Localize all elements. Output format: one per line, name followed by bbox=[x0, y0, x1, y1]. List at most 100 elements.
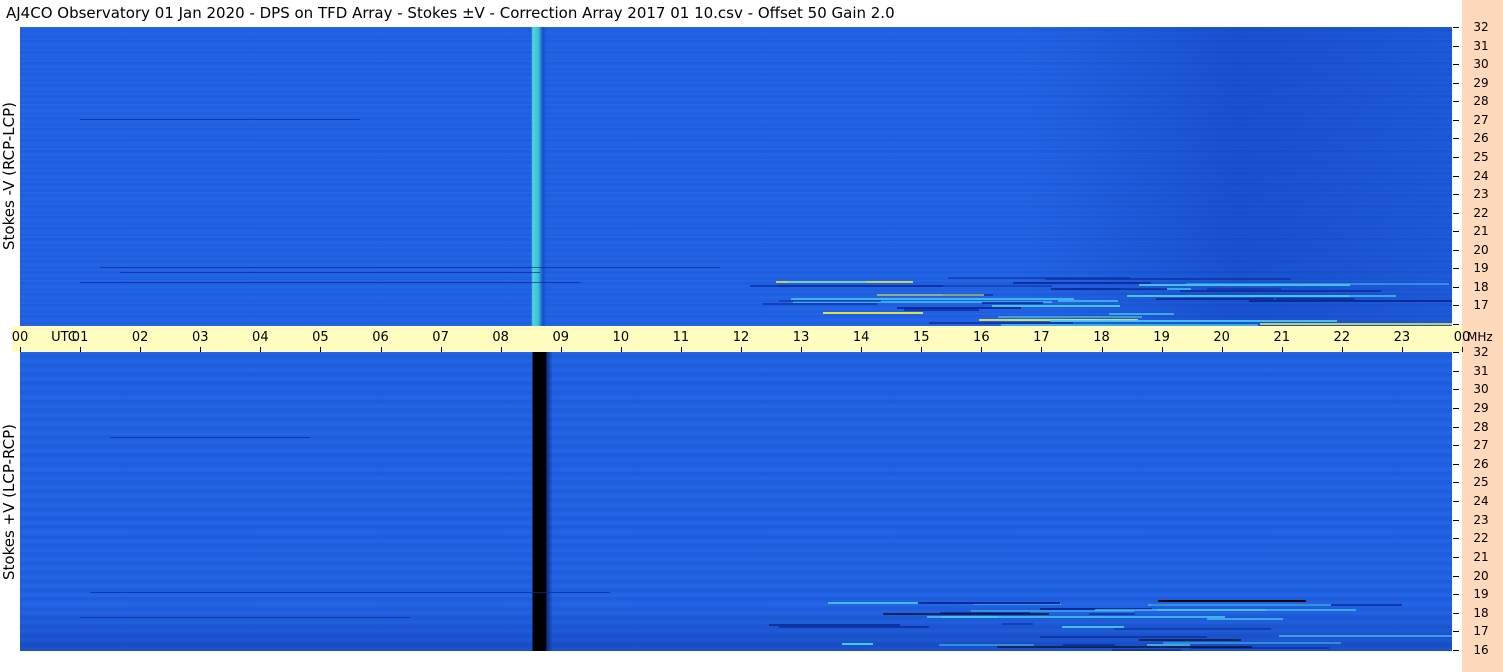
freq-tick-mark bbox=[1453, 231, 1459, 233]
time-tick-mark bbox=[1341, 347, 1343, 352]
freq-tick-label: 29 bbox=[1473, 75, 1489, 90]
time-axis: 00 01 02 03 04 05 06 07 08 09 10 11 12 13 14 15 16 17 18 19… bbox=[11, 326, 1470, 352]
time-tick-label: 19 bbox=[1153, 330, 1170, 345]
freq-tick-label: 25 bbox=[1473, 149, 1489, 164]
freq-tick-mark bbox=[1453, 324, 1459, 325]
freq-tick-label: 28 bbox=[1473, 419, 1489, 434]
freq-tick-mark bbox=[1453, 249, 1459, 251]
time-tick-mark bbox=[1221, 347, 1223, 352]
freq-tick-label: 18 bbox=[1473, 605, 1489, 620]
freq-tick-mark bbox=[1453, 156, 1459, 158]
time-tick-label: 13 bbox=[792, 330, 810, 345]
freq-tick-mark bbox=[1453, 389, 1459, 391]
freq-tick-label: 26 bbox=[1473, 131, 1489, 146]
time-tick-label: 12 bbox=[732, 330, 750, 345]
time-tick-label: 11 bbox=[672, 330, 690, 345]
freq-tick-mark bbox=[1453, 138, 1459, 140]
time-tick-label: 18 bbox=[1093, 330, 1110, 345]
freq-tick-mark bbox=[1453, 538, 1459, 540]
time-tick-label: 04 bbox=[252, 330, 269, 345]
freq-tick-mark bbox=[1453, 407, 1459, 409]
time-tick-label: 22 bbox=[1333, 330, 1351, 345]
freq-tick-label: 23 bbox=[1473, 512, 1489, 527]
time-tick-mark bbox=[140, 347, 142, 352]
time-tick-mark bbox=[500, 347, 502, 352]
freq-tick-mark bbox=[1453, 27, 1459, 28]
freq-tick-mark bbox=[1453, 482, 1459, 484]
time-tick-label: 09 bbox=[552, 330, 570, 345]
time-tick-label: 17 bbox=[1033, 330, 1050, 345]
freq-tick-mark bbox=[1453, 212, 1459, 214]
time-tick-mark bbox=[1041, 347, 1043, 352]
freq-tick-label: 29 bbox=[1473, 400, 1489, 415]
time-tick-mark bbox=[1462, 347, 1463, 352]
freq-tick-mark bbox=[1453, 445, 1459, 447]
frequency-unit-label: MHz bbox=[1467, 330, 1493, 344]
freq-tick-label: 20 bbox=[1473, 242, 1489, 257]
upper-panel-label: Stokes -V (RCP-LCP) bbox=[0, 102, 18, 250]
spectrogram-stokes-plus-v bbox=[20, 352, 1452, 651]
freq-tick-label: 27 bbox=[1473, 438, 1489, 453]
time-tick-label: 06 bbox=[372, 330, 389, 345]
time-tick-mark bbox=[1101, 347, 1103, 352]
freq-tick-label: 30 bbox=[1473, 382, 1489, 397]
freq-tick-label: 32 bbox=[1473, 20, 1489, 34]
time-tick-label: 16 bbox=[973, 330, 990, 345]
freq-tick-mark bbox=[1453, 519, 1459, 521]
time-tick-label: 23 bbox=[1393, 330, 1411, 345]
time-tick-mark bbox=[680, 347, 682, 352]
time-tick-label: 03 bbox=[191, 330, 209, 345]
freq-tick-label: 21 bbox=[1473, 224, 1489, 239]
freq-tick-label: 32 bbox=[1473, 345, 1489, 359]
time-tick-label: 10 bbox=[612, 330, 630, 345]
freq-tick-mark bbox=[1453, 612, 1459, 614]
freq-tick-label: 19 bbox=[1473, 261, 1489, 276]
freq-tick-label: 25 bbox=[1473, 475, 1489, 490]
time-tick-mark bbox=[380, 347, 382, 352]
freq-tick-label: 26 bbox=[1473, 456, 1489, 471]
freq-tick-mark bbox=[1453, 631, 1459, 633]
time-tick-label: 05 bbox=[312, 330, 329, 345]
chart-title: AJ4CO Observatory 01 Jan 2020 - DPS on T… bbox=[0, 0, 1462, 26]
freq-tick-mark bbox=[1453, 352, 1459, 353]
time-tick-mark bbox=[200, 347, 202, 352]
time-tick-mark bbox=[440, 347, 442, 352]
time-tick-label: 14 bbox=[852, 330, 870, 345]
time-tick-label: 02 bbox=[131, 330, 149, 345]
freq-tick-label: 31 bbox=[1473, 363, 1489, 378]
freq-tick-label: 22 bbox=[1473, 205, 1489, 220]
freq-tick-mark bbox=[1453, 82, 1459, 84]
time-tick-mark bbox=[801, 347, 803, 352]
time-tick-label: 08 bbox=[492, 330, 509, 345]
freq-tick-label: 21 bbox=[1473, 549, 1489, 564]
freq-tick-mark bbox=[1453, 305, 1459, 307]
time-tick-mark bbox=[560, 347, 562, 352]
freq-tick-label: 19 bbox=[1473, 587, 1489, 602]
freq-tick-label: 17 bbox=[1473, 298, 1489, 313]
freq-tick-label: 27 bbox=[1473, 112, 1489, 127]
time-unit-label: UTC bbox=[51, 330, 77, 345]
freq-tick-mark bbox=[1453, 268, 1459, 270]
time-tick-mark bbox=[620, 347, 622, 352]
freq-tick-label: 17 bbox=[1473, 624, 1489, 639]
time-tick-label: 00 bbox=[11, 330, 29, 345]
time-tick-mark bbox=[921, 347, 923, 352]
freq-tick-mark bbox=[1453, 175, 1459, 177]
freq-tick-mark bbox=[1453, 575, 1459, 577]
freq-tick-mark bbox=[1453, 101, 1459, 103]
freq-tick-label: 18 bbox=[1473, 279, 1489, 294]
spectrogram-stokes-minus-v bbox=[20, 27, 1452, 326]
freq-tick-mark bbox=[1453, 594, 1459, 596]
time-tick-mark bbox=[1401, 347, 1403, 352]
time-tick-mark bbox=[1281, 347, 1283, 352]
freq-tick-label: 31 bbox=[1473, 38, 1489, 53]
freq-tick-mark bbox=[1453, 463, 1459, 465]
time-tick-label: 07 bbox=[432, 330, 449, 345]
time-tick-label: 15 bbox=[912, 330, 930, 345]
freq-tick-mark bbox=[1453, 556, 1459, 558]
freq-tick-mark bbox=[1453, 64, 1459, 66]
freq-tick-label: 16 bbox=[1473, 643, 1489, 657]
freq-tick-mark bbox=[1453, 426, 1459, 428]
freq-tick-label: 24 bbox=[1473, 168, 1489, 183]
freq-tick-mark bbox=[1453, 119, 1459, 121]
